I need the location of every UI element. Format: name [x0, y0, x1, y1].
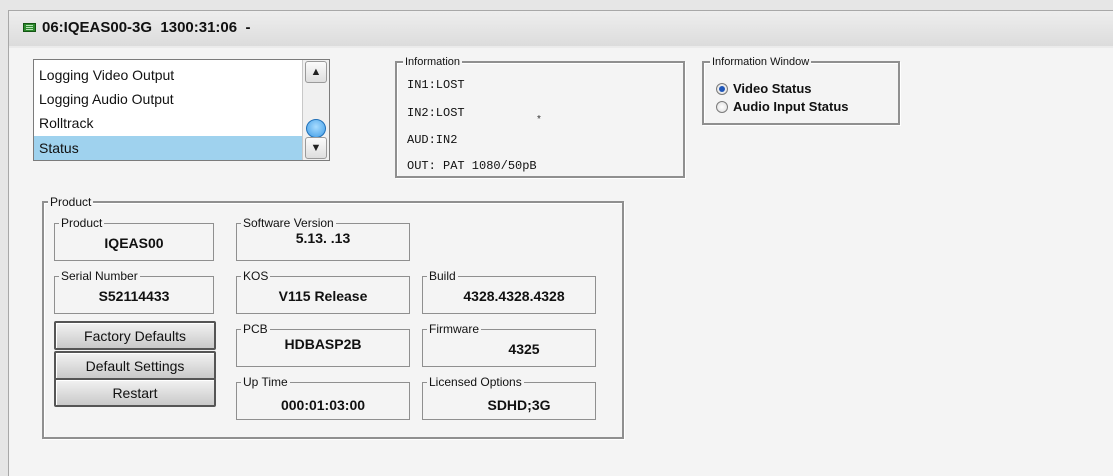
- up-time-value: 000:01:03:00: [280, 397, 366, 413]
- view-list[interactable]: Logging Video Output Logging Audio Outpu…: [33, 59, 330, 161]
- up-time-label: Up Time: [241, 375, 290, 389]
- chevron-up-icon: ▲: [310, 66, 322, 78]
- firmware-label: Firmware: [427, 322, 481, 336]
- radio-unchecked-icon[interactable]: [716, 101, 728, 113]
- serial-number-label: Serial Number: [59, 269, 140, 283]
- info-aud: AUD:IN2: [407, 133, 458, 147]
- information-legend: Information: [403, 55, 463, 69]
- software-version-value: 5.13. .13: [295, 230, 351, 246]
- chevron-down-icon: ▼: [310, 142, 322, 154]
- information-group: Information IN1:LOST IN2:LOST * AUD:IN2 …: [395, 55, 685, 178]
- radio-checked-icon[interactable]: [716, 83, 728, 95]
- information-window-legend: Information Window: [710, 55, 812, 69]
- info-out: OUT: PAT 1080/50pB: [407, 159, 537, 173]
- product-value: IQEAS00: [104, 235, 164, 251]
- licensed-options-value: SDHD;3G: [487, 397, 551, 413]
- info-in2: IN2:LOST: [407, 106, 465, 120]
- kos-value: V115 Release: [278, 288, 368, 304]
- video-status-label[interactable]: Video Status: [733, 81, 812, 96]
- default-settings-button[interactable]: Default Settings: [54, 351, 216, 380]
- list-item-logging-audio-output[interactable]: Logging Audio Output: [34, 87, 302, 111]
- pcb-value: HDBASP2B: [284, 336, 362, 352]
- product-legend: Product: [48, 195, 94, 209]
- scroll-down-button[interactable]: ▼: [305, 137, 327, 159]
- audio-input-status-label[interactable]: Audio Input Status: [733, 99, 849, 114]
- info-mark: *: [537, 114, 541, 125]
- product-field: Product IQEAS00: [54, 216, 214, 261]
- product-label: Product: [59, 216, 105, 230]
- licensed-options-label: Licensed Options: [427, 375, 524, 389]
- software-version-field: Software Version 5.13. .13: [236, 216, 410, 261]
- title-bar: 06:IQEAS00-3G 1300:31:06 -: [8, 10, 1113, 46]
- kos-field: KOS V115 Release: [236, 269, 410, 314]
- licensed-options-field: Licensed Options SDHD;3G: [422, 375, 596, 420]
- build-value: 4328.4328.4328: [463, 288, 565, 304]
- information-window-group: Information Window Video Status Audio In…: [702, 55, 900, 125]
- window-title: 06:IQEAS00-3G 1300:31:06 -: [42, 19, 251, 36]
- scroll-thumb[interactable]: [306, 119, 326, 138]
- pcb-label: PCB: [241, 322, 270, 336]
- software-version-label: Software Version: [241, 216, 336, 230]
- list-scrollbar[interactable]: ▲ ▼: [302, 60, 329, 160]
- build-label: Build: [427, 269, 458, 283]
- device-icon: [23, 23, 36, 32]
- restart-button[interactable]: Restart: [54, 378, 216, 407]
- list-item-rolltrack[interactable]: Rolltrack: [34, 111, 302, 135]
- info-in1: IN1:LOST: [407, 78, 465, 92]
- scroll-track[interactable]: [305, 83, 327, 138]
- serial-number-field: Serial Number S52114433: [54, 269, 214, 314]
- firmware-field: Firmware 4325: [422, 322, 596, 367]
- list-item-status[interactable]: Status: [34, 136, 302, 160]
- kos-label: KOS: [241, 269, 271, 283]
- factory-defaults-button[interactable]: Factory Defaults: [54, 321, 216, 350]
- list-item-logging-video-output[interactable]: Logging Video Output: [34, 63, 302, 87]
- firmware-value: 4325: [508, 341, 540, 357]
- pcb-field: PCB HDBASP2B: [236, 322, 410, 367]
- up-time-field: Up Time 000:01:03:00: [236, 375, 410, 420]
- build-field: Build 4328.4328.4328: [422, 269, 596, 314]
- serial-number-value: S52114433: [98, 288, 170, 304]
- scroll-up-button[interactable]: ▲: [305, 61, 327, 83]
